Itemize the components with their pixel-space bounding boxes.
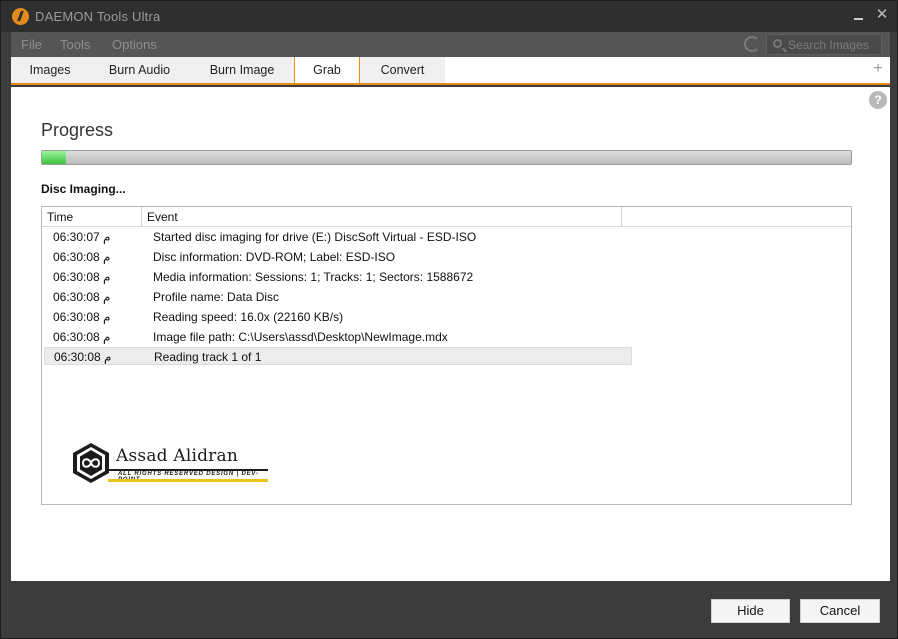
tab-images[interactable]: Images — [11, 57, 89, 83]
grab-panel: ? Progress Disc Imaging... Time Event 06… — [11, 87, 890, 581]
table-row[interactable]: 06:30:08 م Image file path: C:\Users\ass… — [44, 328, 632, 346]
table-header: Time Event — [42, 207, 851, 227]
event-cell: Reading track 1 of 1 — [154, 350, 262, 364]
column-header-time[interactable]: Time — [42, 207, 142, 227]
time-cell: 06:30:08 م — [53, 250, 111, 264]
search-input[interactable] — [788, 37, 880, 52]
cancel-button[interactable]: Cancel — [800, 599, 880, 623]
tab-bar: Images Burn Audio Burn Image Grab Conver… — [11, 57, 890, 85]
event-cell: Disc information: DVD-ROM; Label: ESD-IS… — [153, 250, 396, 264]
table-row[interactable]: 06:30:08 م Reading speed: 16.0x (22160 K… — [44, 308, 632, 326]
menu-options[interactable]: Options — [112, 37, 157, 52]
hide-button[interactable]: Hide — [711, 599, 790, 623]
column-header-event[interactable]: Event — [142, 207, 622, 227]
progress-title: Progress — [41, 120, 114, 140]
time-cell: 06:30:08 م — [53, 310, 111, 324]
menu-tools[interactable]: Tools — [60, 37, 90, 52]
table-row[interactable]: 06:30:08 م Media information: Sessions: … — [44, 268, 632, 286]
search-box[interactable] — [766, 34, 882, 55]
search-icon — [773, 39, 782, 48]
table-row-selected[interactable]: 06:30:08 م Reading track 1 of 1 — [44, 347, 632, 365]
event-cell: Profile name: Data Disc — [153, 290, 280, 304]
minimize-button[interactable] — [850, 6, 868, 24]
close-window-button[interactable]: ✕ — [873, 6, 891, 24]
menu-file[interactable]: File — [21, 37, 42, 52]
menu-bar: File Tools Options — [11, 32, 890, 57]
refresh-icon[interactable] — [744, 36, 760, 52]
event-cell: Reading speed: 16.0x (22160 KB/s) — [153, 310, 344, 324]
help-icon[interactable]: ? — [869, 91, 887, 109]
event-cell: Image file path: C:\Users\assd\Desktop\N… — [153, 330, 448, 344]
watermark-logo: Assad Alidran ALL RIGHTS RESERVED DESIGN… — [72, 440, 272, 486]
title-bar: DAEMON Tools Ultra ✕ — [1, 1, 897, 32]
time-cell: 06:30:08 م — [53, 270, 111, 284]
window-title: DAEMON Tools Ultra — [35, 9, 161, 24]
status-text: Disc Imaging... — [41, 182, 126, 196]
tab-convert[interactable]: Convert — [360, 57, 445, 83]
app-window: DAEMON Tools Ultra ✕ File Tools Options … — [0, 0, 898, 639]
table-row[interactable]: 06:30:08 م Profile name: Data Disc — [44, 288, 632, 306]
event-cell: Started disc imaging for drive (E:) Disc… — [153, 230, 477, 244]
daemon-tools-logo-icon — [12, 8, 29, 25]
tab-burn-audio[interactable]: Burn Audio — [89, 57, 190, 83]
tab-burn-image[interactable]: Burn Image — [190, 57, 294, 83]
time-cell: 06:30:08 م — [53, 330, 111, 344]
event-cell: Media information: Sessions: 1; Tracks: … — [153, 270, 474, 284]
watermark-hexagon-icon — [73, 443, 109, 483]
table-row[interactable]: 06:30:08 م Disc information: DVD-ROM; La… — [44, 248, 632, 266]
watermark-yellow-bar — [108, 479, 268, 482]
time-cell: 06:30:08 م — [53, 290, 111, 304]
progress-bar-fill — [42, 151, 67, 164]
time-cell: 06:30:08 م — [54, 350, 112, 364]
add-tab-icon[interactable]: + — [871, 60, 885, 78]
time-cell: 06:30:07 م — [53, 230, 111, 244]
progress-bar — [41, 150, 852, 165]
watermark-name: Assad Alidran — [116, 446, 238, 466]
tab-grab[interactable]: Grab — [294, 57, 360, 83]
table-row[interactable]: 06:30:07 م Started disc imaging for driv… — [44, 228, 632, 246]
event-log-table[interactable]: Time Event 06:30:07 م Started disc imagi… — [41, 206, 852, 505]
